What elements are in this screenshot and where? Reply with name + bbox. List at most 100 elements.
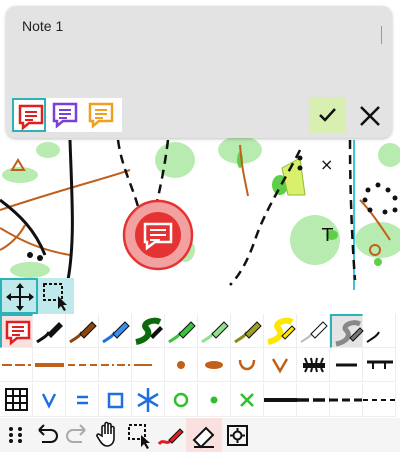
undo-button[interactable] (31, 418, 62, 452)
pen-yellow-icon (267, 317, 296, 345)
select-tool-button[interactable] (38, 278, 74, 314)
black-road-button[interactable] (264, 383, 297, 417)
blue-equals-icon (77, 395, 88, 405)
brown-oval-button[interactable] (198, 348, 231, 382)
note-text-field[interactable]: Note 1 (22, 18, 63, 34)
pen-white-icon (300, 321, 328, 343)
blue-v-icon (41, 393, 57, 409)
dashed-line-icon (2, 364, 31, 366)
note-icon (5, 320, 31, 346)
fence-icon (367, 360, 393, 369)
dash-dot-line-icon (101, 364, 130, 366)
black-path-button[interactable] (330, 383, 363, 417)
pen-gray-icon (335, 320, 364, 347)
pen-white-button[interactable] (297, 314, 330, 348)
black-fence-button[interactable] (363, 348, 396, 382)
track-icon (297, 398, 330, 402)
move-arrows-icon (6, 283, 34, 311)
eraser-button[interactable] (186, 418, 222, 452)
dash-dot-brown-line-button[interactable] (99, 348, 132, 382)
road-icon (264, 398, 297, 402)
blue-square-icon (107, 392, 124, 409)
dash-brown-line-button[interactable] (66, 348, 99, 382)
black-track-button[interactable] (297, 383, 330, 417)
note-editor-panel: Note 1 (6, 6, 392, 138)
freehand-button[interactable] (155, 418, 186, 452)
bottom-toolbar (0, 418, 400, 452)
lasso-select-button[interactable] (124, 418, 155, 452)
pen-more-button[interactable] (363, 314, 396, 348)
select-area-icon (128, 424, 150, 449)
pen-gray-button[interactable] (330, 314, 364, 348)
thick-brown-line-button[interactable] (33, 348, 66, 382)
pen-olive-icon (234, 321, 262, 344)
pen-lightgreen-icon (201, 321, 229, 344)
note-orange-icon[interactable] (84, 98, 118, 132)
short-line-icon (134, 364, 152, 366)
green-dot-button[interactable] (198, 383, 231, 417)
black-short-line-icon (336, 363, 357, 367)
brown-dot-icon (177, 361, 185, 369)
water-vegetation-tool-row (0, 383, 400, 417)
dashed-brown-line-button[interactable] (0, 348, 33, 382)
pen-yellow-button[interactable] (264, 314, 297, 348)
brown-v-button[interactable] (264, 348, 297, 382)
symbol-tool-row (0, 348, 400, 382)
redo-button[interactable] (62, 418, 93, 452)
blue-square-button[interactable] (99, 383, 132, 417)
pen-green-button[interactable] (165, 314, 198, 348)
green-circle-button[interactable] (165, 383, 198, 417)
pen-black-button[interactable] (33, 314, 66, 348)
pen-olive-button[interactable] (231, 314, 264, 348)
pen-blue-button[interactable] (99, 314, 132, 348)
pen-brown-button[interactable] (66, 314, 99, 348)
pan-button[interactable] (93, 418, 124, 452)
note-tool-button[interactable] (0, 314, 33, 348)
brown-oval-icon (205, 361, 223, 369)
path-icon (330, 398, 363, 402)
blue-asterisk-button[interactable] (132, 383, 165, 417)
pen-brown-icon (69, 321, 97, 344)
redo-icon (66, 424, 86, 443)
green-x-button[interactable] (231, 383, 264, 417)
v-shape-icon (271, 358, 289, 374)
note-purple-icon[interactable] (48, 98, 82, 132)
checkmark-icon (319, 108, 336, 122)
rootstock-icon (303, 357, 325, 373)
short-brown-line-button[interactable] (132, 348, 165, 382)
grid-icon (5, 388, 28, 411)
text-caret (381, 26, 382, 44)
move-tool-button[interactable] (0, 278, 38, 314)
note-marker[interactable] (122, 199, 194, 271)
dash-line-icon (68, 364, 97, 366)
settings-button[interactable] (222, 418, 253, 452)
black-rootstock-button[interactable] (297, 348, 330, 382)
confirm-button[interactable] (309, 97, 346, 133)
green-x-icon (240, 393, 254, 407)
black-short-line-button[interactable] (330, 348, 363, 382)
blue-v-button[interactable] (33, 383, 66, 417)
pen-darkgreen-button[interactable] (132, 314, 165, 348)
small-path-icon (363, 399, 396, 401)
pen-darkgreen-icon (135, 317, 163, 345)
svg-text:×: × (320, 155, 333, 174)
brown-depression-button[interactable] (231, 348, 264, 382)
brown-dot-button[interactable] (165, 348, 198, 382)
blue-equals-button[interactable] (66, 383, 99, 417)
thick-line-icon (35, 363, 64, 367)
pen-tool-row (0, 314, 400, 348)
grid-button[interactable] (0, 383, 33, 417)
note-red-icon[interactable] (12, 98, 46, 132)
green-dot-icon (210, 396, 218, 404)
black-small-path-button[interactable] (363, 383, 396, 417)
svg-text:T: T (321, 225, 334, 246)
freehand-pen-icon (157, 428, 184, 445)
depression-icon (238, 359, 256, 371)
close-icon (360, 106, 380, 126)
blue-asterisk-icon (137, 388, 159, 412)
pen-partial-icon (366, 331, 380, 343)
close-button[interactable] (354, 100, 386, 132)
menu-button[interactable] (0, 418, 31, 452)
settings-icon (227, 425, 248, 446)
pen-lightgreen-button[interactable] (198, 314, 231, 348)
